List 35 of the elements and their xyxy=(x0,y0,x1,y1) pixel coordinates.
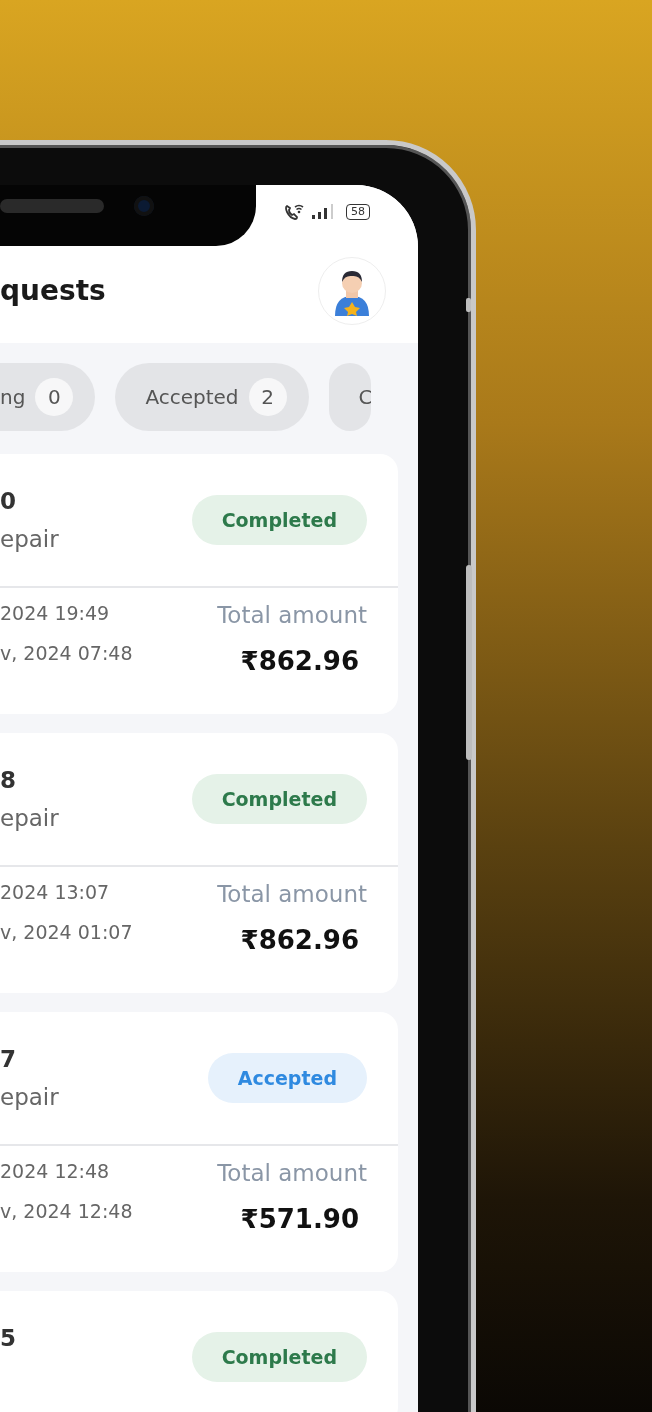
total-amount: ₹571.90 xyxy=(240,1204,360,1234)
count-badge: 0 xyxy=(35,377,74,416)
request-id: 7 xyxy=(0,1046,17,1072)
page-title: quests xyxy=(0,274,106,308)
amount-label: Total amount xyxy=(217,602,367,628)
total-amount: ₹862.96 xyxy=(240,646,360,676)
request-card[interactable]: 7 epair Accepted 2024 12:48 v, 2024 12:48 Total amount ₹571.90 xyxy=(0,1012,398,1272)
completion-date: v, 2024 12:48 xyxy=(0,1200,133,1222)
request-date: 2024 13:07 xyxy=(0,881,111,903)
total-amount: ₹862.96 xyxy=(240,925,360,955)
count-badge: 2 xyxy=(248,377,287,416)
filter-tab[interactable]: ng 0 xyxy=(0,362,96,431)
call-wifi-icon xyxy=(284,203,304,222)
service-name: epair xyxy=(0,526,59,552)
status-badge: Completed xyxy=(191,1332,367,1382)
status-badge: Accepted xyxy=(207,1053,367,1103)
amount-label: Total amount xyxy=(217,881,367,907)
status-badge: Completed xyxy=(191,495,367,545)
request-id: 0 xyxy=(0,488,17,514)
battery-level: 58 xyxy=(346,204,370,221)
completion-date: v, 2024 07:48 xyxy=(0,642,133,664)
camera-lens xyxy=(134,196,154,216)
service-name: epair xyxy=(0,1084,59,1110)
request-id: 5 xyxy=(0,1325,16,1351)
amount-label: Total amount xyxy=(217,1160,367,1186)
service-name: epair xyxy=(0,805,59,831)
status-badge: Completed xyxy=(191,774,367,824)
request-card[interactable]: 0 epair Completed 2024 19:49 v, 2024 07:48 Total amount ₹862.96 xyxy=(0,454,398,714)
request-date: 2024 12:48 xyxy=(0,1160,111,1182)
filter-tab[interactable]: Accepted 2 xyxy=(115,362,309,431)
completion-date: v, 2024 01:07 xyxy=(0,921,133,943)
request-card[interactable]: 5 Completed xyxy=(0,1291,398,1412)
request-date: 2024 19:49 xyxy=(0,602,111,624)
request-card[interactable]: 8 epair Completed 2024 13:07 v, 2024 01:07 Total amount ₹862.96 xyxy=(0,733,398,993)
request-id: 8 xyxy=(0,767,17,793)
